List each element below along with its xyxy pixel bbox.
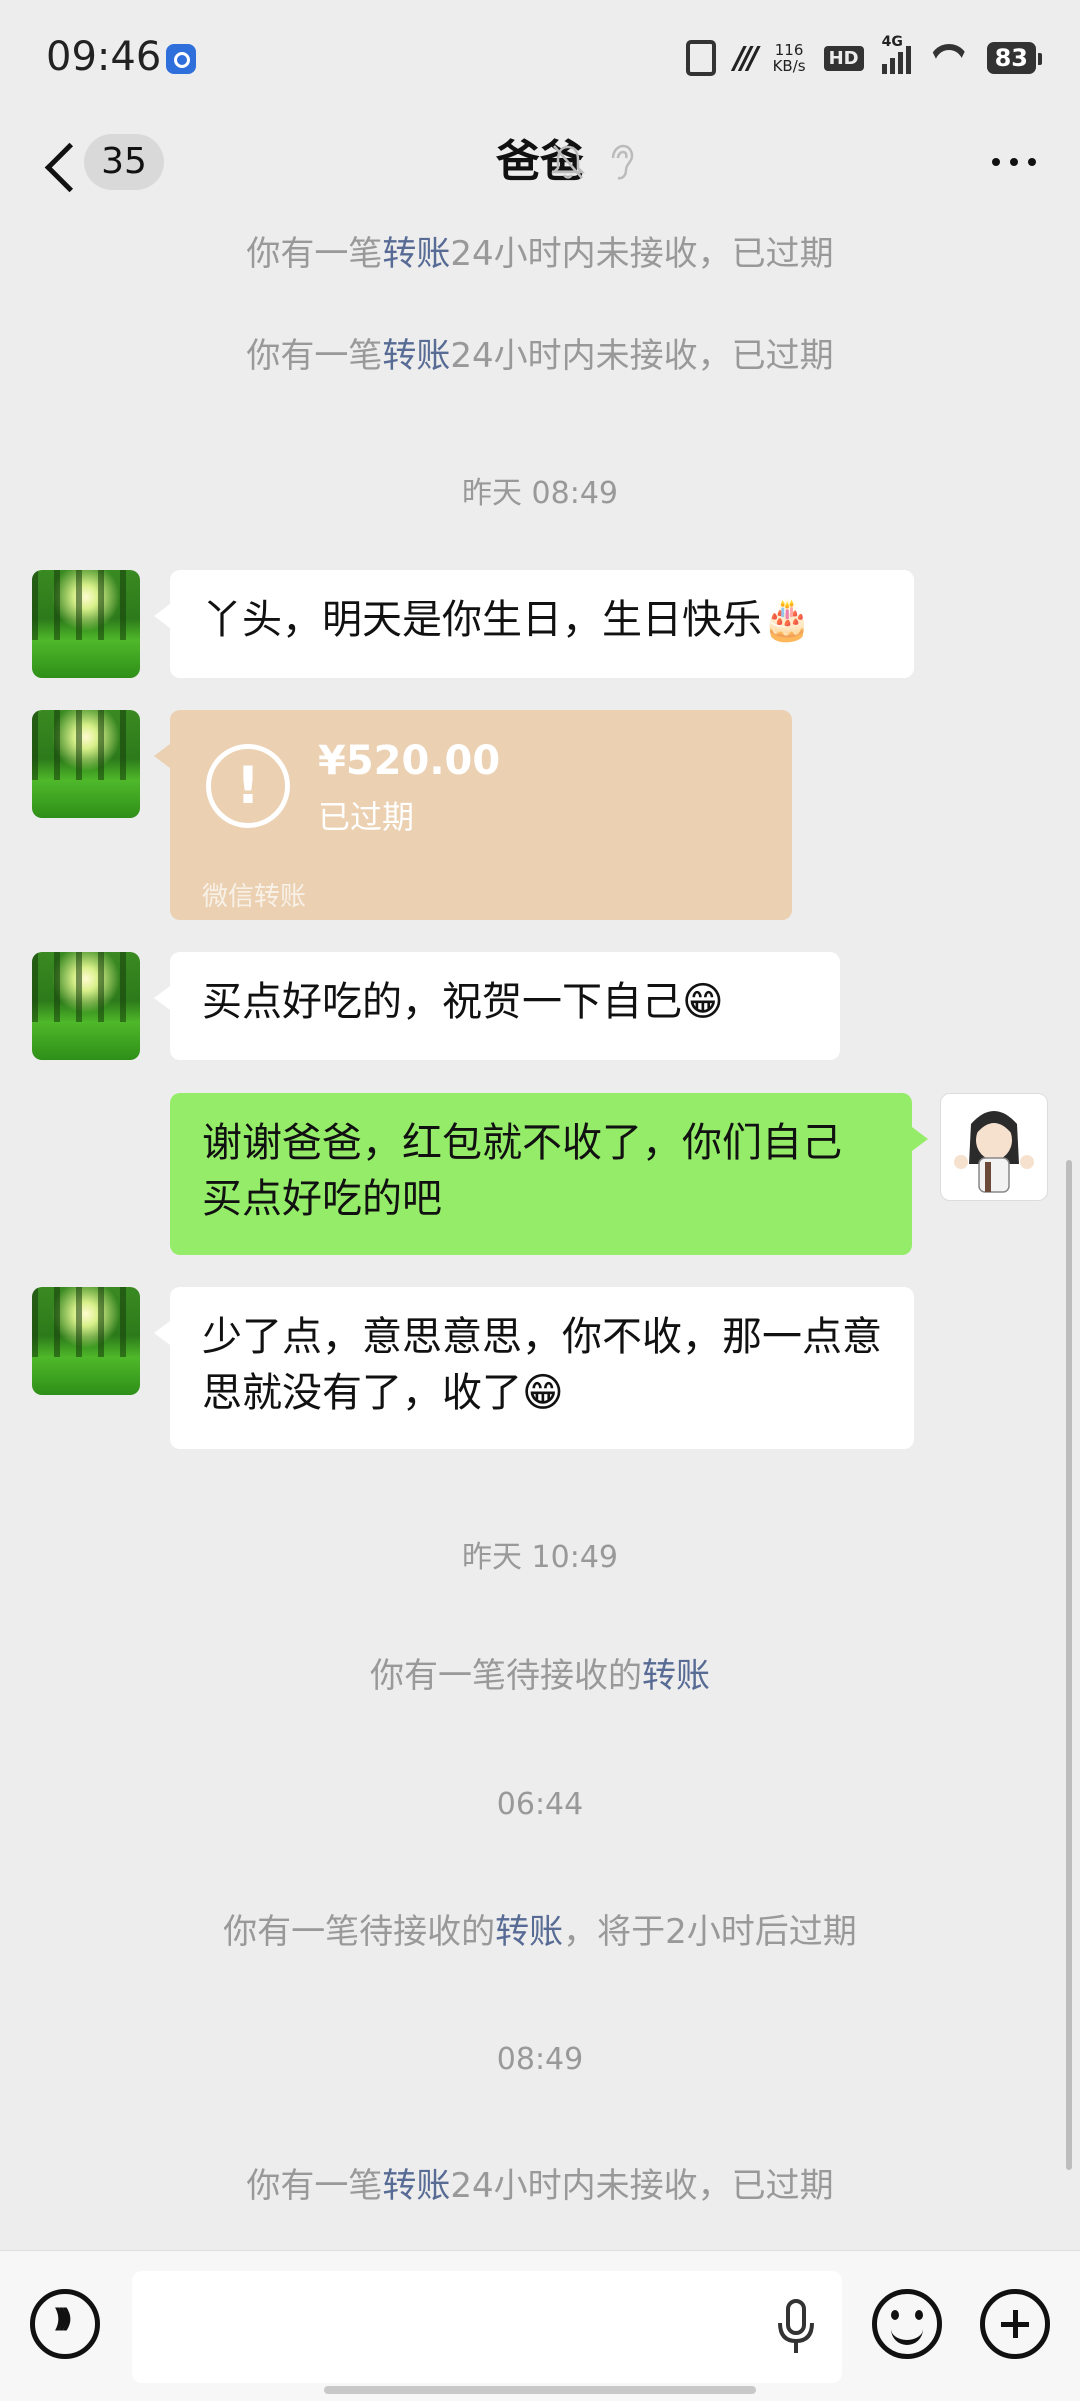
timestamp: 昨天 08:49 [462, 476, 618, 511]
girl-avatar-icon [954, 1111, 1034, 1193]
transfer-link[interactable]: 转账 [382, 234, 450, 274]
received-message[interactable]: 买点好吃的，祝贺一下自己😁 [154, 952, 840, 1060]
transfer-link[interactable]: 转账 [382, 2166, 450, 2206]
more-actions-button[interactable] [980, 2289, 1050, 2359]
nfc-icon: /// [733, 40, 759, 76]
more-button[interactable] [992, 158, 1036, 166]
message-input[interactable] [132, 2271, 842, 2383]
wifi-icon [929, 42, 969, 74]
system-message: 你有一笔待接收的转账 [370, 1656, 710, 1696]
signal-icon: 4G [881, 34, 911, 74]
transfer-link[interactable]: 转账 [495, 1912, 563, 1952]
sent-message[interactable]: 谢谢爸爸，红包就不收了，你们自己买点好吃的吧 [170, 1093, 928, 1255]
transfer-label: 微信转账 [202, 882, 307, 912]
timestamp: 06:44 [496, 1787, 584, 1822]
contact-avatar[interactable] [32, 1287, 140, 1395]
transfer-card[interactable]: ! ¥520.00 已过期 微信转账 [154, 710, 792, 920]
transfer-link[interactable]: 转账 [642, 1656, 710, 1696]
system-message: 你有一笔转账24小时内未接收，已过期 [246, 336, 834, 376]
contact-avatar[interactable] [32, 952, 140, 1060]
contact-avatar[interactable] [32, 570, 140, 678]
network-speed: 116 KB/s [772, 41, 806, 75]
ear-icon [611, 144, 634, 180]
chat-title: 爸爸 [496, 136, 584, 187]
received-message[interactable]: 丫头，明天是你生日，生日快乐🎂 [154, 570, 914, 678]
status-bar: 09:46 /// 116 KB/s HD 4G 83 [0, 0, 1080, 110]
status-time: 09:46 [46, 34, 162, 80]
battery-icon: 83 [986, 42, 1043, 74]
received-message[interactable]: 少了点，意思意思，你不收，那一点意思就没有了，收了😁 [154, 1287, 914, 1449]
mic-icon[interactable] [776, 2299, 816, 2355]
exclamation-icon: ! [206, 744, 290, 828]
emoji-button[interactable] [872, 2289, 942, 2359]
system-message: 你有一笔转账24小时内未接收，已过期 [246, 2166, 834, 2206]
voice-button[interactable] [30, 2289, 100, 2359]
transfer-status: 已过期 [318, 798, 415, 836]
system-message: 你有一笔转账24小时内未接收，已过期 [246, 234, 834, 274]
timestamp: 昨天 10:49 [462, 1540, 618, 1575]
input-bar [0, 2250, 1080, 2401]
app-notification-icon [166, 44, 196, 74]
system-message: 你有一笔待接收的转账，将于2小时后过期 [223, 1912, 857, 1952]
status-icons: /// 116 KB/s HD 4G 83 [685, 34, 1043, 80]
hd-icon: HD [823, 45, 864, 71]
transfer-link[interactable]: 转账 [382, 336, 450, 376]
transfer-amount: ¥520.00 [318, 738, 501, 784]
scrollbar[interactable] [1066, 1160, 1072, 2170]
contact-avatar[interactable] [32, 710, 140, 818]
vibrate-icon [685, 40, 716, 76]
home-indicator[interactable] [324, 2386, 756, 2394]
timestamp: 08:49 [496, 2042, 584, 2077]
chat-header: 35 爸爸 [0, 110, 1080, 220]
bell-off-icon [551, 145, 585, 179]
my-avatar[interactable] [940, 1093, 1048, 1201]
